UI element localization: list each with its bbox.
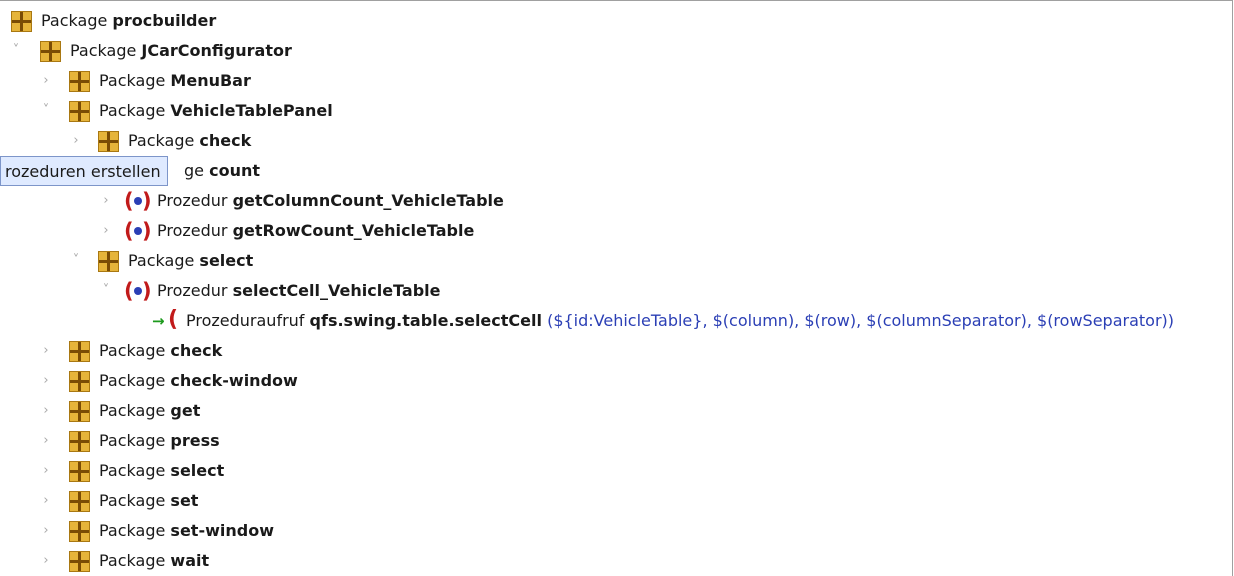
tree-node-label: Package JCarConfigurator bbox=[70, 41, 292, 60]
tree-node-label: Prozedur getColumnCount_VehicleTable bbox=[157, 191, 504, 210]
tooltip: rozeduren erstellen bbox=[0, 156, 168, 186]
tree-node-label: Package wait bbox=[99, 551, 210, 570]
tree-node-label: Prozedur getRowCount_VehicleTable bbox=[157, 221, 475, 240]
tree-node-label: ge count bbox=[184, 161, 260, 180]
tree-node-label: Package VehicleTablePanel bbox=[99, 101, 333, 120]
tree-node-label: Package press bbox=[99, 431, 220, 450]
package-icon bbox=[69, 401, 90, 422]
chevron-right-icon[interactable]: › bbox=[40, 456, 52, 486]
chevron-right-icon[interactable]: › bbox=[40, 546, 52, 576]
package-icon bbox=[40, 41, 61, 62]
tree-node-label: Package select bbox=[99, 461, 225, 480]
tree-node-label: Prozedur selectCell_VehicleTable bbox=[157, 281, 441, 300]
chevron-down-icon[interactable]: ˅ bbox=[100, 276, 112, 306]
chevron-right-icon[interactable]: › bbox=[40, 426, 52, 456]
package-icon bbox=[98, 131, 119, 152]
chevron-down-icon[interactable]: ˅ bbox=[10, 36, 22, 66]
tree-node-label: Package get bbox=[99, 401, 201, 420]
chevron-right-icon[interactable]: › bbox=[40, 516, 52, 546]
tree-node-label: Package check bbox=[128, 131, 252, 150]
tree-node-label: Package check bbox=[99, 341, 223, 360]
procedure-call-icon: →( bbox=[152, 307, 179, 332]
tree-node-label: Prozeduraufruf qfs.swing.table.selectCel… bbox=[186, 311, 1174, 330]
tree-node-label: Package MenuBar bbox=[99, 71, 251, 90]
procedure-call-args: (${id:VehicleTable}, $(column), $(row), … bbox=[547, 311, 1174, 330]
package-icon bbox=[69, 521, 90, 542]
chevron-down-icon[interactable]: ˅ bbox=[70, 246, 82, 276]
package-icon bbox=[69, 551, 90, 572]
chevron-right-icon[interactable]: › bbox=[40, 66, 52, 96]
chevron-down-icon[interactable]: ˅ bbox=[40, 96, 52, 126]
tree-node-label: Package select bbox=[128, 251, 254, 270]
procedure-icon: () bbox=[124, 279, 152, 303]
tree-node-label: Package set-window bbox=[99, 521, 274, 540]
chevron-right-icon[interactable]: › bbox=[100, 216, 112, 246]
procedure-icon: () bbox=[124, 189, 152, 213]
chevron-right-icon[interactable]: › bbox=[100, 186, 112, 216]
chevron-right-icon[interactable]: › bbox=[40, 336, 52, 366]
tree-node-label: Package check-window bbox=[99, 371, 298, 390]
tree-node-label: Package set bbox=[99, 491, 199, 510]
package-icon bbox=[69, 431, 90, 452]
package-icon bbox=[69, 371, 90, 392]
package-icon bbox=[98, 251, 119, 272]
package-icon bbox=[11, 11, 32, 32]
procedure-icon: () bbox=[124, 219, 152, 243]
chevron-right-icon[interactable]: › bbox=[40, 366, 52, 396]
package-icon bbox=[69, 491, 90, 512]
package-icon bbox=[69, 71, 90, 92]
chevron-right-icon[interactable]: › bbox=[40, 486, 52, 516]
test-suite-tree: Package procbuilder ˅ Package JCarConfig… bbox=[0, 0, 1233, 576]
package-icon bbox=[69, 461, 90, 482]
chevron-right-icon[interactable]: › bbox=[40, 396, 52, 426]
tree-node-label: Package procbuilder bbox=[41, 11, 217, 30]
package-icon bbox=[69, 101, 90, 122]
chevron-right-icon[interactable]: › bbox=[70, 126, 82, 156]
package-icon bbox=[69, 341, 90, 362]
